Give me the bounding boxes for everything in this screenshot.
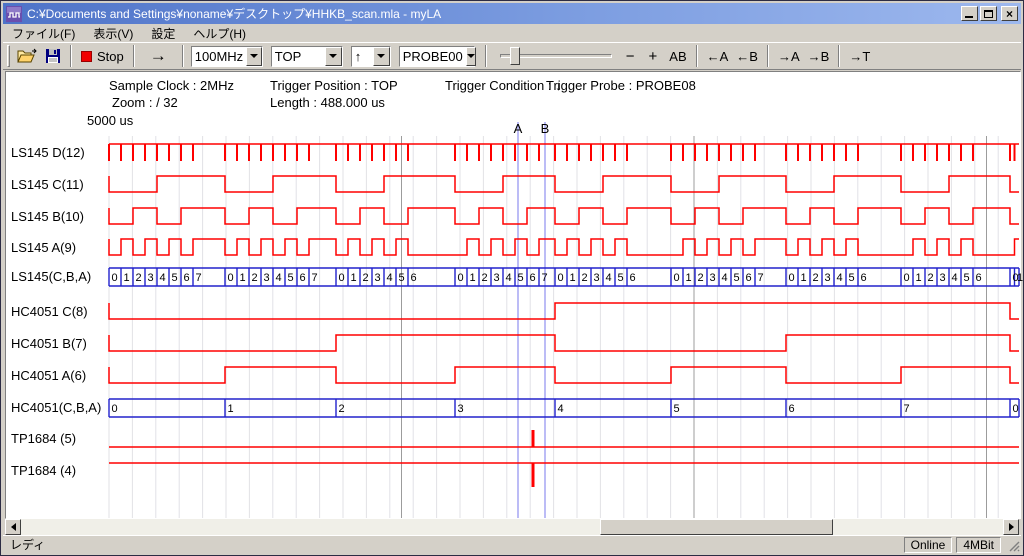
trigger-probe-select[interactable]: PROBE00 [399, 46, 475, 67]
dropdown-arrow-icon[interactable] [246, 47, 262, 66]
channel-label: TP1684 (4) [11, 463, 76, 478]
close-icon: × [1006, 8, 1013, 20]
run-arrow-icon: → [150, 46, 167, 66]
sample-clock-value: 100MHz [192, 49, 246, 64]
channel-label: HC4051 A(6) [11, 368, 86, 383]
maximize-icon [984, 10, 993, 18]
maximize-button[interactable] [980, 6, 997, 21]
zoom-ab-button[interactable]: AB [665, 45, 690, 67]
resize-grip[interactable] [1007, 539, 1020, 552]
move-cursor-a-back-button[interactable]: ←A [703, 45, 733, 67]
dropdown-arrow-icon[interactable] [325, 47, 342, 66]
scroll-left-icon [11, 523, 16, 531]
trigger-probe-value: PROBE00 [400, 49, 466, 64]
open-folder-icon [17, 48, 37, 64]
status-bar: レディ Online 4MBit [3, 535, 1021, 553]
trigger-position-select[interactable]: TOP [271, 46, 343, 67]
channel-label: HC4051 B(7) [11, 336, 87, 351]
app-icon [6, 6, 22, 22]
minimize-icon [965, 16, 973, 18]
timeline-start-label: 5000 us [87, 113, 133, 128]
open-file-button[interactable] [13, 45, 41, 67]
zoom-info: Zoom : / 32 [112, 95, 178, 110]
move-cursor-b-fwd-button[interactable]: →B [804, 45, 834, 67]
menu-item[interactable]: ヘルプ(H) [184, 23, 255, 44]
window-title: C:¥Documents and Settings¥noname¥デスクトップ¥… [27, 5, 959, 22]
sample-clock-info: Sample Clock : 2MHz [109, 78, 234, 93]
menu-bar: ファイル(F)表示(V)設定ヘルプ(H) [3, 24, 1021, 42]
minimize-button[interactable] [961, 6, 978, 21]
scroll-left-button[interactable] [5, 519, 21, 535]
stop-button[interactable]: Stop [77, 45, 128, 67]
trigger-position-value: TOP [272, 49, 305, 64]
channel-label: LS145 A(9) [11, 240, 76, 255]
goto-trigger-button[interactable]: →T [845, 45, 874, 67]
channel-label: HC4051(C,B,A) [11, 400, 101, 415]
waveform-panel[interactable] [5, 71, 1021, 519]
zoom-slider-thumb[interactable] [510, 47, 520, 65]
sample-clock-select[interactable]: 100MHz [191, 46, 263, 67]
toolbar-separator [182, 45, 184, 67]
status-online-badge: Online [904, 537, 953, 553]
status-ready-text: レディ [3, 536, 904, 553]
move-cursor-a-fwd-button[interactable]: →A [774, 45, 804, 67]
trigger-condition-info: Trigger Condition : ↓ [445, 78, 562, 93]
toolbar-separator [696, 45, 698, 67]
title-bar[interactable]: C:¥Documents and Settings¥noname¥デスクトップ¥… [3, 3, 1021, 24]
dropdown-arrow-icon[interactable] [466, 47, 476, 66]
stop-label: Stop [97, 49, 124, 64]
stop-icon [81, 51, 92, 62]
trigger-probe-info: Trigger Probe : PROBE08 [546, 78, 696, 93]
toolbar-separator [767, 45, 769, 67]
toolbar-separator [838, 45, 840, 67]
app-window: C:¥Documents and Settings¥noname¥デスクトップ¥… [0, 0, 1024, 556]
close-button[interactable]: × [1001, 6, 1018, 21]
save-button[interactable] [41, 45, 65, 67]
channel-label: HC4051 C(8) [11, 304, 88, 319]
scrollbar-thumb[interactable] [600, 519, 833, 535]
toolbar: Stop → 100MHz TOP ↑ PROBE00 − + AB [3, 42, 1021, 70]
zoom-slider[interactable] [500, 45, 612, 67]
trigger-edge-select[interactable]: ↑ [351, 46, 391, 67]
scroll-right-icon [1009, 523, 1014, 531]
status-memory-badge: 4MBit [956, 537, 1001, 553]
dropdown-arrow-icon[interactable] [373, 47, 390, 66]
length-info: Length : 488.000 us [270, 95, 385, 110]
channel-label: LS145(C,B,A) [11, 269, 91, 284]
channel-label: LS145 D(12) [11, 145, 85, 160]
toolbar-grip [7, 45, 10, 67]
channel-label: TP1684 (5) [11, 431, 76, 446]
channel-label: LS145 B(10) [11, 209, 84, 224]
toolbar-separator [70, 45, 72, 67]
trigger-edge-value: ↑ [352, 49, 365, 64]
menu-item[interactable]: 設定 [142, 23, 184, 44]
run-button[interactable]: → [140, 45, 177, 67]
toolbar-separator [485, 45, 487, 67]
trigger-position-info: Trigger Position : TOP [270, 78, 398, 93]
channel-label: LS145 C(11) [11, 177, 84, 192]
zoom-out-button[interactable]: − [622, 45, 639, 67]
toolbar-separator [133, 45, 135, 67]
menu-item[interactable]: ファイル(F) [3, 23, 84, 44]
menu-item[interactable]: 表示(V) [84, 23, 142, 44]
scroll-right-button[interactable] [1003, 519, 1019, 535]
move-cursor-b-back-button[interactable]: ←B [732, 45, 762, 67]
zoom-in-button[interactable]: + [645, 45, 662, 67]
save-floppy-icon [45, 48, 61, 64]
horizontal-scrollbar[interactable] [5, 519, 1019, 535]
